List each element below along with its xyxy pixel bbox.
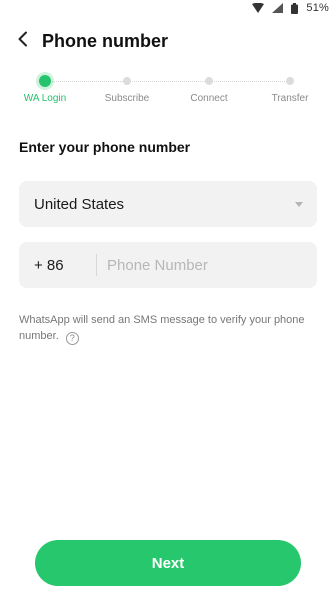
- page-title: Phone number: [42, 30, 169, 51]
- header: Phone number: [0, 26, 335, 56]
- phone-input-row: + 86: [19, 242, 317, 288]
- helper-text: WhatsApp will send an SMS message to ver…: [19, 314, 305, 342]
- country-select[interactable]: United States: [19, 181, 317, 227]
- step-connect: Connect: [169, 74, 249, 104]
- progress-stepper: WA Login Subscribe Connect Transfer: [0, 74, 335, 110]
- step-label: Connect: [190, 93, 228, 104]
- phone-number-screen: 51% Phone number WA Login Subscribe Conn…: [0, 0, 335, 600]
- step-dot-active: [39, 75, 51, 87]
- battery-icon: [291, 2, 299, 14]
- phone-number-input[interactable]: [97, 242, 317, 288]
- step-wa-login: WA Login: [5, 74, 85, 104]
- chevron-left-icon: [17, 31, 29, 52]
- step-transfer: Transfer: [250, 74, 330, 104]
- next-button[interactable]: Next: [35, 540, 301, 586]
- sms-helper-text: WhatsApp will send an SMS message to ver…: [19, 312, 317, 345]
- back-button[interactable]: [6, 26, 40, 56]
- step-dot: [205, 77, 213, 85]
- step-label: Subscribe: [104, 93, 150, 104]
- step-dot: [123, 77, 131, 85]
- step-label: Transfer: [271, 93, 309, 104]
- battery-level: 51%: [306, 2, 329, 14]
- status-bar: 51%: [0, 0, 335, 16]
- step-subscribe: Subscribe: [87, 74, 167, 104]
- question-circle-icon[interactable]: ?: [65, 331, 79, 345]
- caret-down-icon: [295, 201, 303, 207]
- step-dot: [286, 77, 294, 85]
- country-value: United States: [34, 195, 125, 213]
- step-label: WA Login: [23, 93, 67, 104]
- wifi-icon: [252, 3, 265, 13]
- section-heading: Enter your phone number: [19, 139, 191, 155]
- signal-icon: [272, 3, 284, 13]
- country-code-selector[interactable]: + 86: [19, 257, 96, 274]
